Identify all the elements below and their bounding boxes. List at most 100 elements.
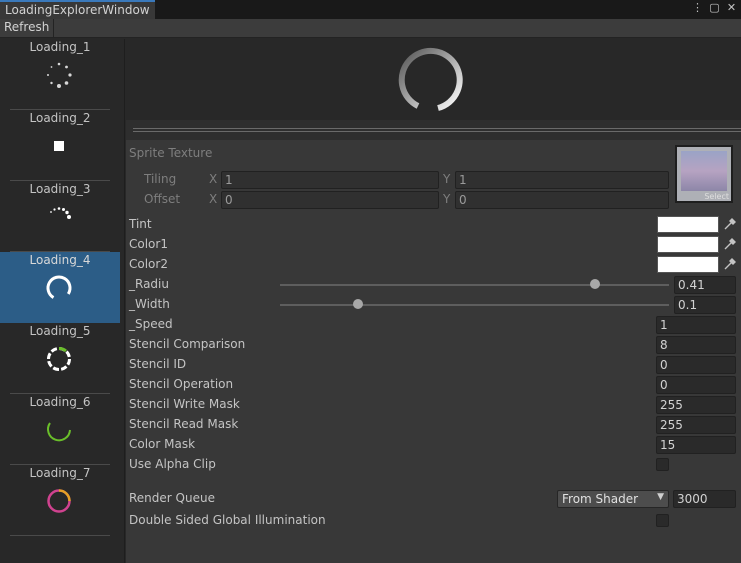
close-icon[interactable]: ✕ — [726, 1, 737, 14]
color-mask-row: Color Mask 15 — [129, 436, 739, 454]
stencil-id-label: Stencil ID — [129, 357, 187, 371]
texture-thumbnail[interactable]: Select — [675, 145, 733, 203]
offset-y-field[interactable]: 0 — [455, 191, 669, 209]
render-queue-field[interactable]: 3000 — [673, 490, 736, 508]
tiling-x-label: X — [209, 172, 218, 186]
sidebar-item-label: Loading_7 — [29, 466, 91, 480]
sidebar-item-label: Loading_5 — [29, 324, 91, 338]
width-label: _Width — [129, 297, 170, 311]
ring-spinner-preview-icon — [398, 47, 463, 111]
render-queue-row: Render Queue From Shader ▼ 3000 — [129, 490, 739, 508]
stencil-comparison-row: Stencil Comparison 8 — [129, 336, 739, 354]
offset-x-field[interactable]: 0 — [221, 191, 439, 209]
offset-y-label: Y — [443, 192, 451, 206]
eyedropper-icon[interactable] — [723, 257, 737, 271]
radiu-row: _Radiu 0.41 — [129, 276, 739, 294]
double-sided-gi-row: Double Sided Global Illumination — [129, 512, 739, 530]
stencil-read-mask-row: Stencil Read Mask 255 — [129, 416, 739, 434]
stencil-write-mask-label: Stencil Write Mask — [129, 397, 240, 411]
tiling-y-label: Y — [443, 172, 451, 186]
sprite-texture-row: Sprite Texture — [129, 145, 669, 163]
radiu-slider-thumb[interactable] — [590, 279, 601, 289]
stencil-id-field[interactable]: 0 — [656, 356, 736, 374]
sidebar-item-loading-4[interactable]: Loading_4 — [0, 252, 120, 323]
more-options-icon[interactable]: ⋮ — [692, 1, 703, 14]
sidebar-item-label: Loading_3 — [29, 182, 91, 196]
eyedropper-icon[interactable] — [723, 217, 737, 231]
use-alpha-clip-checkbox[interactable] — [656, 458, 669, 471]
double-sided-gi-label: Double Sided Global Illumination — [129, 513, 326, 527]
maximize-icon[interactable]: ▢ — [709, 1, 720, 14]
width-value-field[interactable]: 0.1 — [674, 296, 736, 314]
radiu-value-field[interactable]: 0.41 — [674, 276, 736, 294]
color1-label: Color1 — [129, 237, 168, 251]
stencil-operation-label: Stencil Operation — [129, 377, 234, 391]
color1-swatch[interactable] — [657, 236, 719, 253]
window-controls: ⋮ ▢ ✕ — [692, 1, 737, 14]
inspector-panel: Sprite Texture Select Tiling X 1 Y 1 Off… — [126, 39, 741, 563]
offset-row: Offset X 0 Y 0 — [129, 191, 669, 209]
sidebar-item-loading-1[interactable]: Loading_1 — [0, 39, 120, 110]
stencil-read-mask-label: Stencil Read Mask — [129, 417, 239, 431]
window-title: LoadingExplorerWindow — [5, 3, 150, 17]
item-divider — [10, 535, 110, 536]
chevron-down-icon: ▼ — [657, 492, 664, 502]
color-mask-field[interactable]: 15 — [656, 436, 736, 454]
tiling-row: Tiling X 1 Y 1 — [129, 171, 669, 189]
stencil-write-mask-field[interactable]: 255 — [656, 396, 736, 414]
stencil-operation-row: Stencil Operation 0 — [129, 376, 739, 394]
offset-label: Offset — [144, 192, 181, 206]
stencil-comparison-field[interactable]: 8 — [656, 336, 736, 354]
radiu-slider-track[interactable] — [280, 284, 669, 286]
sidebar-item-loading-3[interactable]: Loading_3 — [0, 181, 120, 252]
loading-list-sidebar: Loading_1 Loading_2 Loading_3 Loading_4 — [0, 39, 125, 563]
texture-select-button[interactable]: Select — [704, 192, 729, 201]
use-alpha-clip-label: Use Alpha Clip — [129, 457, 216, 471]
color2-row: Color2 — [129, 256, 739, 274]
texture-preview-image — [681, 151, 727, 191]
refresh-button[interactable]: Refresh — [0, 19, 55, 37]
tint-color-swatch[interactable] — [657, 216, 719, 233]
stencil-operation-field[interactable]: 0 — [656, 376, 736, 394]
sidebar-item-label: Loading_4 — [29, 253, 91, 267]
window-tab[interactable]: LoadingExplorerWindow — [0, 0, 155, 19]
sidebar-item-loading-5[interactable]: Loading_5 — [0, 323, 120, 394]
sidebar-item-label: Loading_6 — [29, 395, 91, 409]
splitter-handle[interactable] — [126, 120, 741, 140]
eyedropper-icon[interactable] — [723, 237, 737, 251]
dot-arc-spinner-icon — [50, 207, 71, 219]
dotted-spinner-icon — [47, 62, 72, 88]
width-slider-thumb[interactable] — [352, 299, 363, 309]
ring-spinner-icon — [46, 275, 72, 301]
tiling-y-field[interactable]: 1 — [455, 171, 669, 189]
speed-label: _Speed — [129, 317, 173, 331]
dashed-ring-icon — [47, 347, 71, 371]
sidebar-item-label: Loading_1 — [29, 40, 91, 54]
sprite-texture-label: Sprite Texture — [129, 146, 213, 160]
width-row: _Width 0.1 — [129, 296, 739, 314]
render-queue-dropdown-value: From Shader — [562, 492, 639, 506]
render-queue-dropdown[interactable]: From Shader ▼ — [557, 490, 669, 508]
stencil-write-mask-row: Stencil Write Mask 255 — [129, 396, 739, 414]
width-slider-track[interactable] — [280, 304, 669, 306]
stencil-id-row: Stencil ID 0 — [129, 356, 739, 374]
offset-x-label: X — [209, 192, 218, 206]
speed-field[interactable]: 1 — [656, 316, 736, 334]
tiling-x-field[interactable]: 1 — [221, 171, 439, 189]
sidebar-item-loading-7[interactable]: Loading_7 — [0, 465, 120, 536]
tint-label: Tint — [129, 217, 152, 231]
loading-preview-area — [126, 39, 741, 120]
green-arc-icon — [47, 422, 71, 442]
color2-swatch[interactable] — [657, 256, 719, 273]
tiling-label: Tiling — [144, 172, 177, 186]
pink-orange-ring-icon — [47, 489, 71, 513]
color-mask-label: Color Mask — [129, 437, 196, 451]
stencil-comparison-label: Stencil Comparison — [129, 337, 246, 351]
sidebar-item-loading-6[interactable]: Loading_6 — [0, 394, 120, 465]
speed-row: _Speed 1 — [129, 316, 739, 334]
stencil-read-mask-field[interactable]: 255 — [656, 416, 736, 434]
double-sided-gi-checkbox[interactable] — [656, 514, 669, 527]
square-icon — [54, 141, 64, 151]
window-titlebar: LoadingExplorerWindow ⋮ ▢ ✕ — [0, 0, 741, 19]
sidebar-item-loading-2[interactable]: Loading_2 — [0, 110, 120, 181]
